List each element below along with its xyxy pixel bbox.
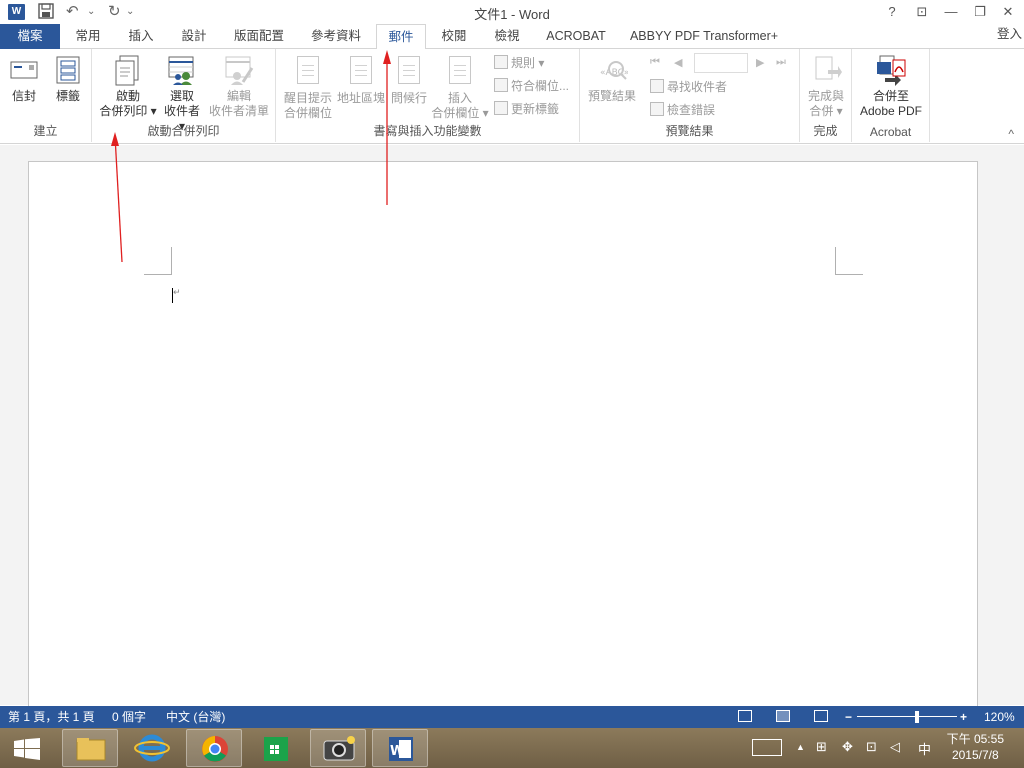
zoom-in-button[interactable]: + (960, 706, 967, 728)
volume-icon[interactable]: ◁ (890, 739, 900, 755)
status-bar: 第 1 頁，共 1 頁 0 個字 中文 (台灣) − + 120% (0, 706, 1024, 728)
windows-logo-icon (14, 738, 40, 760)
taskbar-store[interactable] (248, 729, 304, 767)
page-count[interactable]: 第 1 頁，共 1 頁 (8, 706, 95, 728)
camera-icon (323, 736, 355, 761)
read-mode-icon[interactable] (738, 710, 752, 722)
svg-text:W: W (390, 744, 404, 759)
web-layout-icon[interactable] (814, 710, 828, 722)
store-icon (264, 737, 288, 761)
zoom-out-button[interactable]: − (845, 706, 852, 728)
word-count[interactable]: 0 個字 (112, 706, 146, 728)
chrome-icon (202, 736, 228, 762)
action-center-icon[interactable]: ⊞ (816, 739, 827, 755)
arrow-to-start-mail-merge (114, 135, 123, 263)
clock-date: 2015/7/8 (951, 748, 999, 762)
start-button[interactable] (14, 738, 40, 763)
show-hidden-icons-icon[interactable]: ▲ (796, 742, 805, 752)
clock-time: 下午 05:55 (946, 732, 1004, 746)
print-layout-icon[interactable] (776, 710, 790, 722)
touch-keyboard-icon[interactable] (752, 739, 782, 756)
taskbar-file-explorer[interactable] (62, 729, 118, 767)
arrowhead-start-mail-merge (111, 132, 119, 146)
annotation-arrows (111, 50, 391, 263)
internet-explorer-icon (134, 734, 170, 762)
arrowhead-mailings-tab (383, 50, 391, 64)
folder-icon (76, 738, 106, 761)
zoom-slider-track[interactable] (857, 716, 957, 717)
taskbar-word[interactable]: W (372, 729, 428, 767)
network-icon[interactable]: ⊡ (866, 739, 877, 755)
language-indicator[interactable]: 中文 (台灣) (166, 706, 225, 728)
system-clock[interactable]: 下午 05:55 2015/7/8 (947, 731, 1004, 763)
input-method-indicator[interactable]: 中 (918, 739, 931, 758)
taskbar-chrome[interactable] (186, 729, 242, 767)
taskbar-internet-explorer[interactable] (124, 729, 180, 767)
zoom-slider-thumb[interactable] (915, 711, 919, 723)
taskbar: W ▲ ⊞ ✥ ⊡ ◁ 中 下午 05:55 2015/7/8 (0, 728, 1024, 768)
dropbox-icon[interactable]: ✥ (842, 739, 853, 755)
zoom-level[interactable]: 120% (984, 706, 1015, 728)
taskbar-camera-app[interactable] (310, 729, 366, 767)
word-icon: W (389, 737, 413, 761)
